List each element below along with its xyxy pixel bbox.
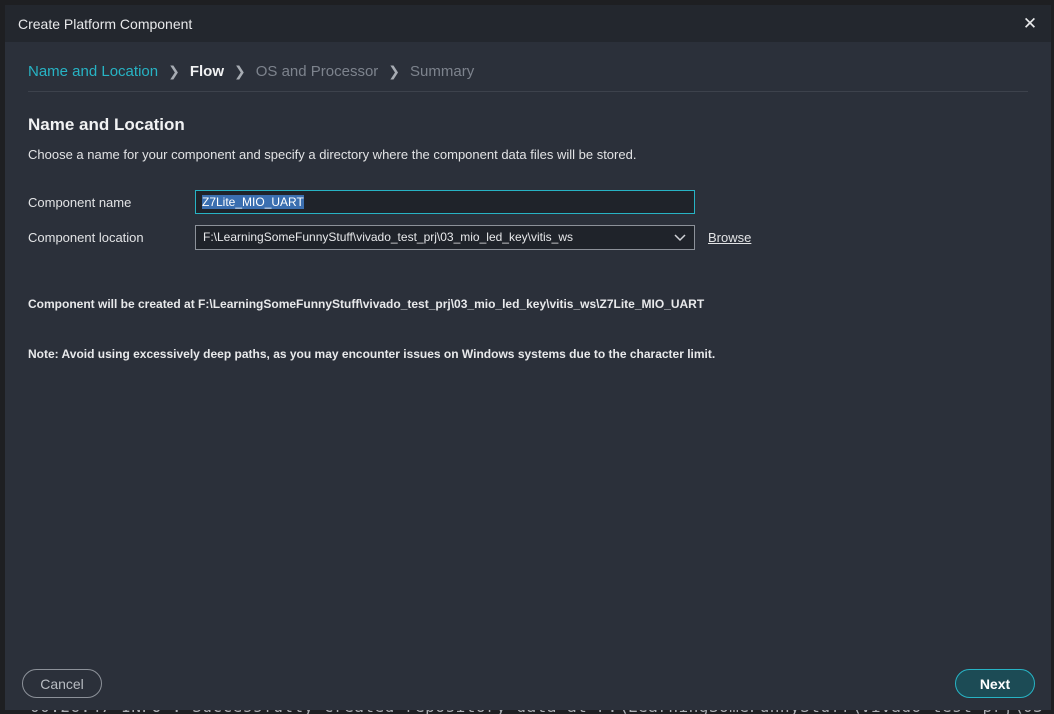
section-title: Name and Location [28, 115, 185, 134]
next-button[interactable]: Next [955, 669, 1035, 698]
chevron-down-icon [674, 226, 686, 249]
create-platform-component-dialog: Create Platform Component ✕ Name and Loc… [5, 5, 1051, 710]
deep-path-note: Note: Avoid using excessively deep paths… [28, 347, 715, 361]
step-summary: Summary [410, 62, 475, 80]
dialog-title-bar: Create Platform Component ✕ [5, 5, 1051, 42]
cancel-button[interactable]: Cancel [22, 669, 102, 698]
component-location-value: F:\LearningSomeFunnyStuff\vivado_test_pr… [203, 230, 573, 244]
section-description: Choose a name for your component and spe… [28, 147, 637, 162]
component-created-at-text: Component will be created at F:\Learning… [28, 297, 705, 311]
browse-link[interactable]: Browse [708, 230, 751, 245]
component-name-label: Component name [28, 195, 132, 210]
chevron-right-icon: ❯ [168, 62, 180, 79]
chevron-right-icon: ❯ [234, 62, 246, 79]
note-text: Avoid using excessively deep paths, as y… [58, 347, 716, 361]
component-location-label: Component location [28, 230, 144, 245]
chevron-right-icon: ❯ [388, 62, 401, 79]
component-name-value: Z7Lite_MIO_UART [202, 195, 304, 209]
close-icon[interactable]: ✕ [1019, 13, 1041, 35]
component-name-input[interactable]: Z7Lite_MIO_UART [195, 190, 695, 214]
dialog-title: Create Platform Component [18, 16, 193, 32]
step-name-and-location[interactable]: Name and Location [28, 63, 158, 80]
component-location-select[interactable]: F:\LearningSomeFunnyStuff\vivado_test_pr… [195, 225, 695, 250]
wizard-steps: Name and Location ❯ Flow ❯ OS and Proces… [28, 61, 474, 81]
step-flow: Flow [189, 62, 224, 80]
step-os-and-processor: OS and Processor [255, 62, 379, 80]
note-prefix: Note: [28, 347, 59, 361]
steps-divider [28, 91, 1028, 92]
